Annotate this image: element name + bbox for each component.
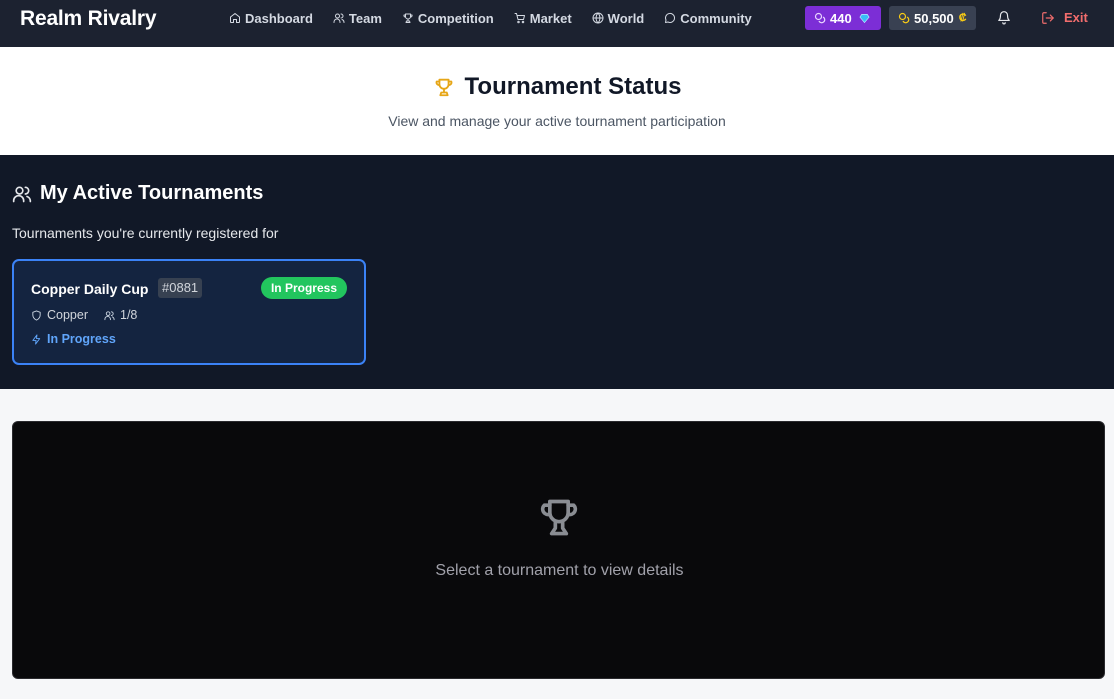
lightning-icon	[32, 333, 41, 345]
tournament-id-badge: #0881	[158, 278, 203, 298]
exit-label: Exit	[1064, 10, 1088, 25]
nav-label-market: Market	[529, 10, 572, 26]
trophy-icon	[435, 78, 452, 97]
nav-label-dashboard: Dashboard	[245, 10, 313, 26]
tournament-details-panel: Select a tournament to view details	[12, 421, 1105, 679]
coins-icon	[814, 12, 826, 24]
users-icon	[12, 186, 32, 202]
nav-item-world[interactable]: World	[592, 10, 645, 26]
nav-label-community: Community	[680, 10, 752, 26]
section-subtitle: Tournaments you're currently registered …	[12, 225, 279, 241]
progress-label: In Progress	[47, 332, 116, 346]
globe-icon	[592, 12, 604, 24]
trophy-icon	[540, 499, 578, 536]
shield-icon	[32, 309, 41, 321]
gold-balance[interactable]: 50,500 ₡	[889, 6, 976, 30]
active-tournaments-section: My Active Tournaments Tournaments you're…	[0, 155, 1114, 389]
tournament-card[interactable]: Copper Daily Cup #0881 In Progress Coppe…	[12, 259, 366, 365]
page-header: Tournament Status View and manage your a…	[0, 47, 1114, 155]
page-title: Tournament Status	[464, 73, 682, 100]
coins-icon	[898, 12, 910, 24]
nav-item-market[interactable]: Market	[514, 11, 572, 26]
top-navbar: Realm Rivalry Dashboard Team Competition…	[0, 0, 1114, 47]
logout-icon	[1042, 11, 1054, 24]
tournament-progress: In Progress	[31, 332, 116, 346]
trophy-icon	[403, 13, 413, 23]
page-title-row: Tournament Status	[0, 73, 1114, 101]
chat-icon	[665, 12, 676, 23]
tournament-division: Copper	[47, 308, 88, 322]
page-subtitle: View and manage your active tournament p…	[388, 113, 726, 129]
nav-item-team[interactable]: Team	[333, 11, 382, 26]
gems-amount: 440	[830, 10, 852, 26]
nav-label-team: Team	[348, 10, 382, 26]
status-badge: In Progress	[260, 277, 347, 299]
nav-label-world: World	[607, 10, 645, 26]
empty-state-message: Select a tournament to view details	[435, 562, 684, 579]
nav-item-dashboard[interactable]: Dashboard	[229, 11, 313, 26]
nav-item-competition[interactable]: Competition	[402, 11, 494, 26]
details-trophy-wrapper	[537, 496, 581, 540]
users-icon	[333, 13, 345, 23]
home-icon	[230, 13, 240, 23]
app-logo-title[interactable]: Realm Rivalry	[20, 7, 157, 31]
nav-label-competition: Competition	[417, 10, 494, 26]
bell-icon[interactable]	[997, 10, 1011, 25]
main-nav: Dashboard Team Competition Market World …	[229, 0, 772, 36]
gold-amount: 50,500	[914, 10, 954, 26]
gems-balance[interactable]: 440	[805, 6, 881, 30]
exit-button[interactable]: Exit	[1041, 10, 1088, 25]
section-title: My Active Tournaments	[40, 182, 264, 204]
tournament-participants: 1/8	[120, 308, 138, 322]
tournament-name: Copper Daily Cup	[31, 281, 149, 297]
gem-icon	[859, 13, 870, 23]
section-title-row: My Active Tournaments	[12, 182, 263, 205]
credits-symbol: ₡	[958, 12, 967, 24]
nav-item-community[interactable]: Community	[664, 11, 752, 26]
tournament-meta: Copper 1/8	[31, 308, 137, 322]
users-icon	[104, 310, 115, 320]
cart-icon	[514, 13, 525, 24]
